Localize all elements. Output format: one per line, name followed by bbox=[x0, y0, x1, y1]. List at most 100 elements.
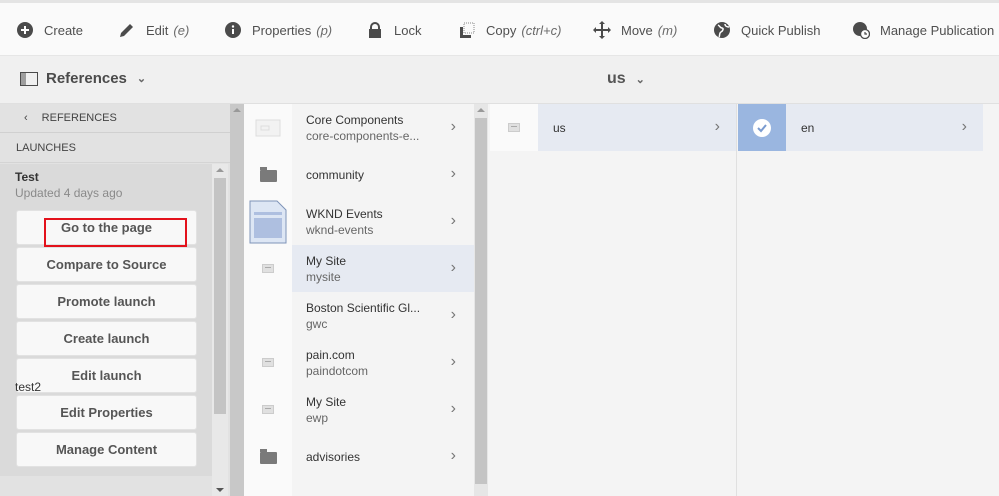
item-title: pain.com bbox=[306, 347, 355, 362]
launch-title[interactable]: Test bbox=[15, 170, 39, 184]
column-item[interactable]: advisories › bbox=[244, 433, 474, 480]
column-item[interactable]: WKND Events wknd-events › bbox=[244, 198, 474, 245]
item-name: ewp bbox=[306, 410, 329, 425]
column-item[interactable]: My Site ewp › bbox=[244, 386, 474, 433]
breadcrumb-current: us bbox=[607, 70, 626, 87]
chevron-right-icon[interactable]: › bbox=[451, 118, 456, 136]
folder-icon bbox=[259, 449, 277, 464]
item-checkbox[interactable] bbox=[738, 104, 786, 151]
chevron-right-icon[interactable]: › bbox=[451, 447, 456, 465]
create-label: Create bbox=[44, 22, 84, 38]
item-title: advisories bbox=[306, 449, 361, 464]
item-title: us bbox=[553, 120, 566, 135]
item-name: mysite bbox=[306, 269, 341, 284]
item-title: WKND Events bbox=[306, 206, 383, 221]
chevron-left-icon: ‹ bbox=[24, 112, 28, 124]
rail-panel-icon bbox=[20, 71, 38, 86]
column-item[interactable]: community › bbox=[244, 151, 474, 198]
item-title: Core Components bbox=[306, 112, 404, 127]
copy-button[interactable]: Copy (ctrl+c) bbox=[458, 21, 561, 39]
launch-list-scrollbar[interactable] bbox=[212, 164, 228, 496]
lock-label: Lock bbox=[394, 22, 422, 38]
launches-section-title: LAUNCHES bbox=[0, 133, 230, 163]
manage-publication-button[interactable]: Manage Publication bbox=[852, 21, 994, 39]
lock-button[interactable]: Lock bbox=[366, 21, 421, 39]
page-thumbnail-icon bbox=[249, 200, 287, 243]
properties-label: Properties bbox=[252, 22, 312, 38]
manage-publication-label: Manage Publication bbox=[880, 22, 995, 38]
column-item[interactable]: My Site mysite › bbox=[244, 245, 474, 292]
action-toolbar: Create Edit (e) Properties (p) Lock Copy (c… bbox=[0, 0, 999, 56]
highlight-box bbox=[44, 218, 187, 247]
column-item[interactable]: pain.com paindotcom › bbox=[244, 339, 474, 386]
launch-action-edit-launch-button[interactable]: Edit launch bbox=[16, 358, 197, 393]
item-name: core-components-e... bbox=[306, 128, 420, 143]
chevron-right-icon[interactable]: › bbox=[451, 212, 456, 230]
copy-shortcut: (ctrl+c) bbox=[521, 22, 562, 38]
globe-clock-icon bbox=[853, 22, 870, 39]
chevron-right-icon[interactable]: › bbox=[451, 353, 456, 371]
component-icon bbox=[255, 119, 281, 136]
references-back[interactable]: ‹ REFERENCES bbox=[0, 104, 230, 133]
properties-shortcut: (p) bbox=[316, 22, 333, 38]
lock-icon bbox=[369, 22, 381, 38]
launch-title-test2[interactable]: test2 bbox=[15, 380, 41, 394]
rail-selector[interactable]: References ⌄ bbox=[20, 70, 146, 87]
create-button[interactable]: Create bbox=[16, 21, 83, 39]
column-sites: Core Components core-components-e... › comm… bbox=[244, 104, 490, 496]
column-us: us › bbox=[490, 104, 737, 496]
chevron-right-icon[interactable]: › bbox=[451, 259, 456, 277]
item-title: en bbox=[801, 120, 815, 135]
column-item-en[interactable]: en › bbox=[738, 104, 983, 151]
breadcrumb[interactable]: us ⌄ bbox=[607, 70, 645, 88]
chevron-down-icon: ⌄ bbox=[136, 73, 147, 85]
globe-icon bbox=[714, 22, 730, 38]
copy-label: Copy bbox=[486, 22, 517, 38]
edit-button[interactable]: Edit (e) bbox=[118, 21, 189, 39]
move-shortcut: (m) bbox=[657, 22, 678, 38]
edit-label: Edit bbox=[146, 22, 169, 38]
edit-shortcut: (e) bbox=[173, 22, 190, 38]
item-title: My Site bbox=[306, 253, 347, 268]
chevron-right-icon[interactable]: › bbox=[451, 165, 456, 183]
item-name: wknd-events bbox=[306, 222, 374, 237]
chevron-right-icon[interactable]: › bbox=[962, 118, 967, 136]
checkmark-icon bbox=[753, 118, 771, 137]
launch-action-manage-content-button[interactable]: Manage Content bbox=[16, 432, 197, 467]
chevron-down-icon: ⌄ bbox=[635, 73, 645, 86]
folder-icon bbox=[259, 167, 277, 182]
references-title: REFERENCES bbox=[41, 112, 117, 124]
properties-button[interactable]: Properties (p) bbox=[224, 21, 332, 39]
chevron-right-icon[interactable]: › bbox=[451, 400, 456, 418]
launch-action-promote-launch-button[interactable]: Promote launch bbox=[16, 284, 197, 319]
move-button[interactable]: Move (m) bbox=[593, 21, 677, 39]
page-icon bbox=[262, 358, 274, 367]
chevron-right-icon[interactable]: › bbox=[715, 118, 720, 136]
launch-action-create-launch-button[interactable]: Create launch bbox=[16, 321, 197, 356]
plus-circle-icon bbox=[17, 22, 33, 38]
rail-selector-label: References bbox=[46, 70, 127, 87]
item-title: My Site bbox=[306, 394, 347, 409]
column-scrollbar[interactable] bbox=[474, 104, 488, 496]
launch-updated: Updated 4 days ago bbox=[15, 186, 123, 200]
pencil-icon bbox=[120, 24, 133, 37]
column-item-us[interactable]: us › bbox=[490, 104, 736, 151]
item-title: community bbox=[306, 167, 365, 182]
column-item[interactable]: Core Components core-components-e... › bbox=[244, 104, 474, 151]
column-en: en › bbox=[738, 104, 983, 496]
column-item[interactable]: Boston Scientific Gl... gwc › bbox=[244, 292, 474, 339]
quick-publish-label: Quick Publish bbox=[741, 22, 821, 38]
rail-scrollbar[interactable] bbox=[230, 104, 244, 496]
page-icon bbox=[508, 123, 520, 132]
page-icon bbox=[262, 264, 274, 273]
item-title: Boston Scientific Gl... bbox=[306, 300, 421, 315]
move-icon bbox=[593, 21, 611, 39]
quick-publish-button[interactable]: Quick Publish bbox=[713, 21, 820, 39]
launch-action-compare-to-source-button[interactable]: Compare to Source bbox=[16, 247, 197, 282]
launch-action-edit-properties-button[interactable]: Edit Properties bbox=[16, 395, 197, 430]
item-name: gwc bbox=[306, 316, 328, 331]
header-bar: References ⌄ us ⌄ bbox=[0, 56, 999, 104]
info-icon bbox=[225, 22, 241, 38]
chevron-right-icon[interactable]: › bbox=[451, 306, 456, 324]
copy-icon bbox=[460, 22, 475, 38]
